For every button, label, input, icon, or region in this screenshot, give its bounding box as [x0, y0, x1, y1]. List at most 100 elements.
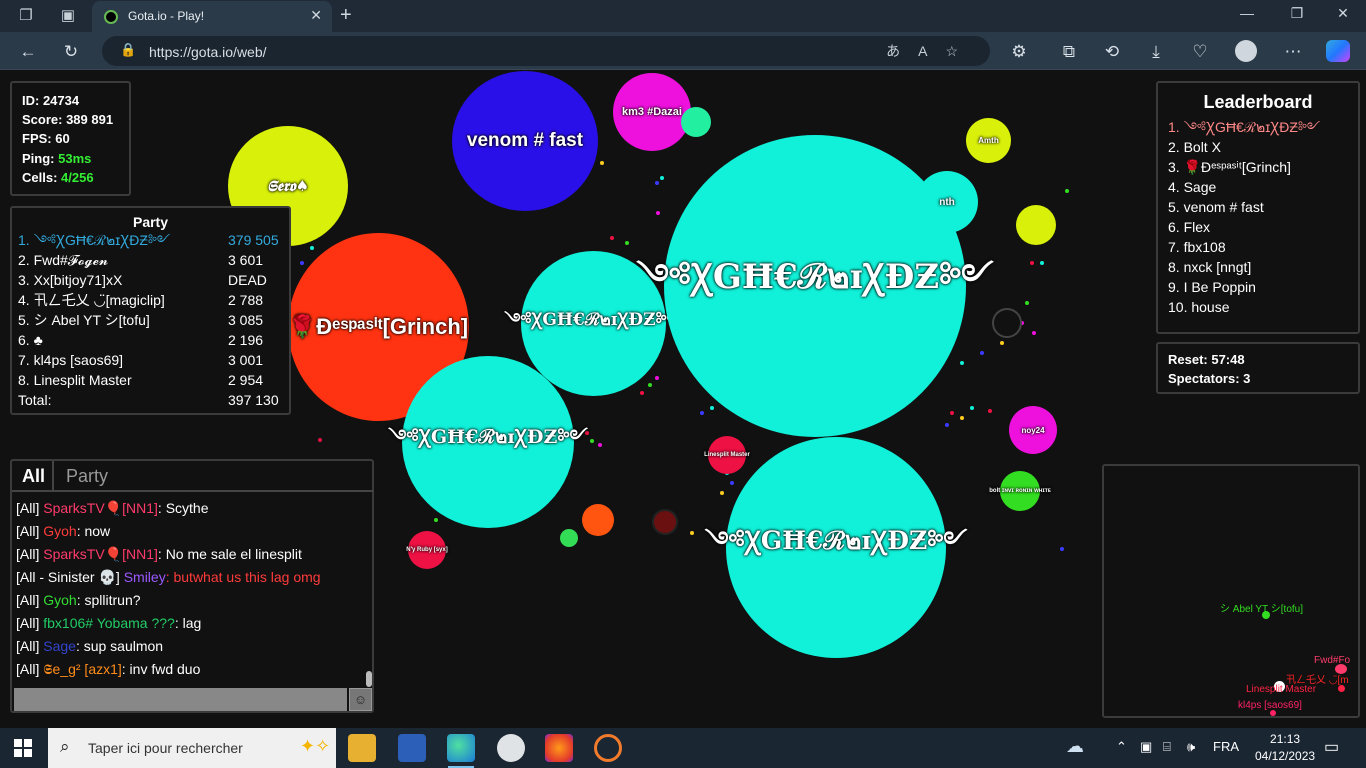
- workspaces-icon[interactable]: ❐: [16, 6, 36, 26]
- minimap: シ Abel YT シ[tofu] Fwd#Fo 卂ㄥ乇乂 ◡̈[m Lines…: [1102, 464, 1360, 718]
- volume-icon[interactable]: 🕪: [1187, 739, 1195, 755]
- chat-text: : No me sale el linesplit: [157, 546, 302, 562]
- chat-text: : now: [76, 523, 111, 539]
- chatgpt-icon[interactable]: [497, 734, 525, 762]
- collections-icon[interactable]: ⧉: [1058, 41, 1080, 63]
- favorite-star-icon[interactable]: ☆: [945, 43, 976, 59]
- chat-message: [All] 𝕾e_g² [azx1]: inv fwd duo: [16, 658, 366, 681]
- refresh-icon[interactable]: ↻: [60, 41, 82, 63]
- word-icon[interactable]: [398, 734, 426, 762]
- food-pellet: [1060, 547, 1064, 551]
- chat-tab-all[interactable]: All: [12, 461, 54, 492]
- chat-message: [All] SparksTV🎈[NN1]: Scythe: [16, 497, 366, 520]
- chat-scrollbar[interactable]: [366, 671, 372, 687]
- chat-author[interactable]: Sage: [43, 638, 76, 654]
- gota-favicon-icon: [104, 10, 118, 24]
- browser-tab[interactable]: Gota.io - Play! ✕: [92, 1, 332, 32]
- chat-author[interactable]: fbx106# Yobama ???: [43, 615, 175, 631]
- chat-emoji-icon[interactable]: ☺: [349, 688, 372, 711]
- taskbar-search[interactable]: ⌕ Taper ici pour rechercher ✦✧: [48, 728, 336, 768]
- tab-actions-icon[interactable]: ▣: [58, 6, 78, 26]
- food-pellet: [610, 236, 614, 240]
- meet-now-icon[interactable]: ▣: [1140, 739, 1152, 755]
- food-pellet: [1032, 331, 1036, 335]
- clock-time: 21:13: [1270, 732, 1301, 746]
- food-pellet: [600, 161, 604, 165]
- food-pellet: [1025, 301, 1029, 305]
- jupyter-icon[interactable]: [594, 734, 622, 762]
- downloads-icon[interactable]: ⤓: [1145, 41, 1167, 63]
- close-window-icon[interactable]: ✕: [1332, 5, 1354, 22]
- performance-icon[interactable]: ♡: [1189, 41, 1211, 63]
- tab-close-icon[interactable]: ✕: [310, 7, 322, 24]
- party-member-score: 3 601: [228, 252, 264, 268]
- url-field[interactable]: 🔒 https://gota.io/web/ あA☆: [102, 36, 990, 66]
- player-id: ID: 24734: [22, 93, 80, 108]
- player-cell-nth: nth: [916, 171, 978, 233]
- file-explorer-icon[interactable]: [348, 734, 376, 762]
- firefox-icon[interactable]: [545, 734, 573, 762]
- address-toolbar: ← ↻ 🔒 https://gota.io/web/ あA☆ ⚙ ⧉ ⟲ ⤓ ♡…: [0, 32, 1366, 70]
- chat-channel: [All]: [16, 546, 44, 562]
- leaderboard-title: Leaderboard: [1203, 92, 1313, 112]
- leaderboard-entry: 5. venom # fast: [1168, 199, 1264, 215]
- chat-tab-party[interactable]: Party: [56, 461, 118, 492]
- taskbar-clock[interactable]: 21:13 04/12/2023: [1255, 731, 1315, 765]
- food-pellet: [655, 181, 659, 185]
- food-pellet: [960, 361, 964, 365]
- food-pellet: [690, 531, 694, 535]
- chat-message: [All] Gyoh: now: [16, 520, 366, 543]
- chat-messages[interactable]: [All] SparksTV🎈[NN1]: Scythe [All] Gyoh:…: [16, 497, 366, 687]
- restore-icon[interactable]: ❐: [1286, 5, 1308, 22]
- chat-author[interactable]: SparksTV🎈[NN1]: [43, 546, 158, 562]
- translate-icon[interactable]: あ: [886, 43, 918, 59]
- network-icon[interactable]: ⌸: [1163, 739, 1171, 755]
- minimize-icon[interactable]: —: [1236, 5, 1258, 21]
- ping-label: Ping:: [22, 150, 59, 166]
- player-cell-main-3: ༺ꞳGĦ€ℛ๒ɪꞳĐƵ༻: [636, 135, 994, 437]
- fps: FPS: 60: [22, 131, 70, 147]
- more-menu-icon[interactable]: ⋯: [1282, 41, 1304, 63]
- chat-text: : Scythe: [157, 500, 209, 516]
- chat-text: : butwhat us this lag omg: [165, 569, 321, 585]
- food-pellet: [700, 411, 704, 415]
- copilot-icon[interactable]: [1326, 40, 1350, 62]
- leaderboard-entry: 6. Flex: [1168, 219, 1211, 235]
- food-pellet: [590, 439, 594, 443]
- chat-author[interactable]: Smiley: [124, 569, 166, 585]
- minimap-dot: [1335, 664, 1347, 674]
- extensions-icon[interactable]: ⚙: [1008, 41, 1030, 63]
- party-member-score: 379 505: [228, 232, 279, 248]
- back-icon[interactable]: ←: [17, 41, 39, 63]
- windows-start-icon[interactable]: [14, 739, 32, 757]
- read-aloud-icon[interactable]: A: [918, 43, 945, 59]
- party-row: 8. Linesplit Master 2 954: [12, 370, 289, 390]
- cell-label: nth: [939, 196, 955, 208]
- history-icon[interactable]: ⟲: [1101, 41, 1123, 63]
- party-row: 1. ༺ꞳGĦ€ℛ๒ɪꞳĐƵ༻ 379 505: [12, 230, 289, 250]
- player-cell-venom: venom # fast: [452, 71, 598, 211]
- party-member-name: 3. Xx[bitjoy71]xX: [18, 272, 123, 288]
- edge-icon[interactable]: [447, 734, 475, 762]
- chat-author[interactable]: SparksTV🎈[NN1]: [43, 500, 158, 516]
- chat-channel: [All - Sinister 💀]: [16, 569, 124, 585]
- leaderboard-panel: Leaderboard 1. ༺ꞳGĦ€ℛ๒ɪꞳĐƵ༻ 2. Bolt X 3.…: [1156, 81, 1360, 334]
- spectator-count: Spectators: 3: [1168, 371, 1251, 386]
- notifications-icon[interactable]: ▭: [1324, 737, 1339, 757]
- game-canvas[interactable]: 𝕾𝖊𝖗𝖔♠ venom # fast km3 #Dazai 🌹Đᵉˢᵖᵃˢⁱᵗ[…: [0, 71, 1366, 728]
- weather-cloud-icon[interactable]: ☁: [1066, 736, 1084, 757]
- chat-author[interactable]: Gyoh: [43, 523, 76, 539]
- chat-author[interactable]: Gyoh: [43, 592, 76, 608]
- tray-chevron-icon[interactable]: ⌃: [1116, 739, 1127, 755]
- profile-avatar-icon[interactable]: [1235, 40, 1257, 62]
- food-pellet: [1065, 189, 1069, 193]
- food-pellet: [310, 246, 314, 250]
- chat-author[interactable]: 𝕾e_g² [azx1]: [43, 661, 122, 677]
- food-pellet: [970, 406, 974, 410]
- party-member-score: DEAD: [228, 272, 267, 288]
- new-tab-icon[interactable]: +: [340, 4, 352, 27]
- chat-input[interactable]: [14, 688, 347, 711]
- language-indicator[interactable]: FRA: [1213, 739, 1239, 754]
- url-actions[interactable]: あA☆: [886, 41, 976, 61]
- party-member-name: 1. ༺ꞳGĦ€ℛ๒ɪꞳĐƵ༻: [18, 232, 171, 248]
